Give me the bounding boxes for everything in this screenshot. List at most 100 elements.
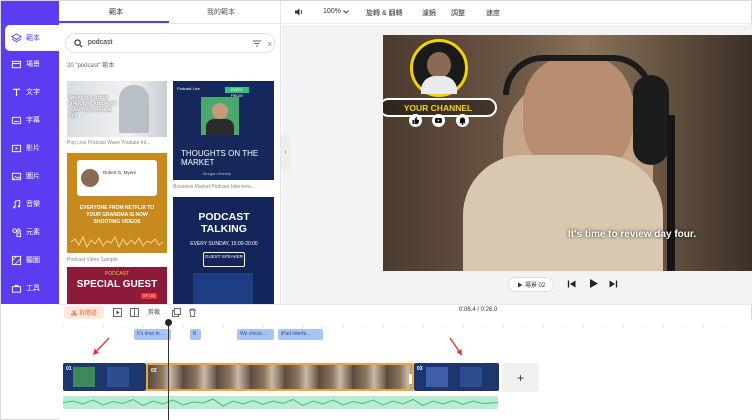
sidebar-item-label: 字幕 xyxy=(26,117,40,124)
video-preview[interactable]: YOUR CHANNEL It's time to review day fou… xyxy=(383,35,752,271)
template-headline: THOUGHTS ON THE MARKET xyxy=(181,149,259,167)
template-thumbnail[interactable]: Podcast Live EVERY FRIDAY THOUGHTS ON TH… xyxy=(173,81,274,180)
sidebar-item-label: 音樂 xyxy=(26,201,40,208)
microphone xyxy=(633,75,669,165)
previous-icon[interactable] xyxy=(567,279,577,289)
template-headline: PODCAST TALKING xyxy=(198,211,250,235)
bg-icon xyxy=(11,255,22,265)
template-text: Podcast Live xyxy=(177,86,200,91)
sidebar-item-music[interactable]: 音樂 xyxy=(5,191,55,217)
duplicate-icon[interactable] xyxy=(172,308,181,317)
sidebar-item-label: 場景 xyxy=(26,61,40,68)
scene-selector[interactable]: 場景 02 xyxy=(508,277,554,292)
sidebar: 範本 場景 文字 字幕 影片 圖片 音樂 元素 聽圖 工具 xyxy=(1,1,59,304)
templates-panel: 範本 我的範本 podcast × 20 "podcast" 範本 WHAT I… xyxy=(59,1,281,304)
clip-number: 02 xyxy=(151,368,157,374)
audio-wave-icon xyxy=(71,235,163,249)
playhead-handle[interactable] xyxy=(165,319,172,326)
audio-track[interactable] xyxy=(63,396,498,409)
sidebar-item-images[interactable]: 圖片 xyxy=(5,163,55,189)
bell-icon[interactable] xyxy=(456,114,469,127)
sidebar-item-label: 影片 xyxy=(26,145,40,152)
chevron-down-icon[interactable] xyxy=(343,10,349,14)
template-caption: Business Market Podcast Interview... xyxy=(173,184,255,190)
sidebar-item-elements[interactable]: 元素 xyxy=(5,219,55,245)
collapse-panel-button[interactable]: ‹ xyxy=(281,135,290,171)
adjust-button[interactable]: 調整 xyxy=(451,8,465,18)
youtube-icon[interactable] xyxy=(432,114,445,127)
template-thumbnail[interactable]: WHAT IS A GOOD THOUGHT AND HOW CAN YOU C… xyxy=(67,81,167,137)
sidebar-item-video[interactable]: 影片 xyxy=(5,135,55,161)
profile-card: Robert G. Myers xyxy=(77,160,157,196)
next-icon[interactable] xyxy=(608,279,618,289)
zoom-dropdown[interactable]: 100% xyxy=(323,8,341,15)
split-button[interactable]: 拆開道 xyxy=(64,306,104,319)
filter-icon[interactable] xyxy=(253,40,261,47)
search-input[interactable]: podcast xyxy=(88,39,113,46)
sidebar-item-text[interactable]: 文字 xyxy=(5,79,55,105)
scene-clip[interactable]: 01 xyxy=(63,363,146,391)
speed-button[interactable]: 速度 xyxy=(486,8,500,18)
caption-clip[interactable]: It's time to ... xyxy=(134,329,171,340)
sidebar-item-label: 工具 xyxy=(26,285,40,292)
mic-arm xyxy=(667,115,675,271)
clear-search-icon[interactable]: × xyxy=(267,39,272,49)
caption-clip[interactable]: We check... xyxy=(237,329,274,340)
panel-tabs: 範本 我的範本 xyxy=(59,1,281,24)
crop-button[interactable]: 剪裁 xyxy=(148,307,160,316)
sidebar-item-background[interactable]: 聽圖 xyxy=(5,247,55,273)
template-thumbnail[interactable]: PODCAST TALKING EVERY SUNDAY, 15:00-20:0… xyxy=(173,197,274,304)
filter-button[interactable]: 濾鏡 xyxy=(422,8,436,18)
template-text: Robert G. Myers xyxy=(103,170,137,175)
scene-clip-selected[interactable]: 02 xyxy=(146,363,414,391)
template-thumbnail[interactable]: PODCAST SPECIAL GUEST EP 183 xyxy=(67,267,167,304)
image-placeholder xyxy=(193,273,253,304)
trash-icon[interactable] xyxy=(188,308,197,317)
rotate-crop-button[interactable]: 旋轉 & 翻轉 xyxy=(366,8,403,18)
toolbar: 100% 旋轉 & 翻轉 濾鏡 調整 速度 xyxy=(281,1,752,24)
template-caption: Pop Live Podcast Wave Youtube Int... xyxy=(67,140,151,146)
split-label: 拆開道 xyxy=(78,311,97,317)
annotation-arrow-icon xyxy=(449,337,462,356)
caption-clip[interactable]: B xyxy=(190,329,201,340)
template-text: WHAT IS A GOOD THOUGHT AND HOW CAN YOU C… xyxy=(70,95,116,118)
sidebar-item-label: 聽圖 xyxy=(26,257,40,264)
like-icon[interactable] xyxy=(409,114,422,127)
audio-waveform xyxy=(63,398,498,407)
channel-avatar[interactable] xyxy=(410,39,468,97)
search-box[interactable]: podcast × xyxy=(65,33,275,53)
sidebar-item-label: 範本 xyxy=(26,35,40,42)
annotation-arrow-icon xyxy=(93,337,110,355)
headphones xyxy=(503,55,653,95)
sidebar-item-label: 文字 xyxy=(26,89,40,96)
template-thumbnail[interactable]: Robert G. Myers EVERYONE FROM NETFLIX TO… xyxy=(67,153,167,253)
volume-icon[interactable] xyxy=(294,7,304,17)
image-icon xyxy=(11,172,22,180)
playhead[interactable] xyxy=(168,321,169,420)
play-icon xyxy=(517,282,523,287)
tab-my-templates[interactable]: 我的範本 xyxy=(207,7,235,17)
split-clip-icon[interactable] xyxy=(130,308,139,317)
template-badge: EP 183 xyxy=(141,293,157,299)
template-text: Morgan Stanley xyxy=(203,171,232,176)
timeline-controls xyxy=(59,304,752,320)
caption-clip[interactable]: iPad interfa... xyxy=(278,329,323,340)
scene-clip[interactable]: 03 xyxy=(414,363,499,391)
add-clip-icon[interactable] xyxy=(113,308,122,317)
play-button[interactable] xyxy=(588,278,599,289)
sweater xyxy=(463,155,663,271)
sidebar-item-subtitles[interactable]: 字幕 xyxy=(5,107,55,133)
scene-label: 場景 02 xyxy=(524,283,546,289)
text-icon xyxy=(12,88,21,96)
sidebar-item-templates[interactable]: 範本 xyxy=(5,25,59,51)
sidebar-item-tools[interactable]: 工具 xyxy=(5,275,55,301)
sidebar-item-scenes[interactable]: 場景 xyxy=(5,51,55,77)
add-scene-button[interactable]: + xyxy=(502,363,539,392)
music-icon xyxy=(13,199,21,208)
template-badge: EVERY FRIDAY xyxy=(225,87,249,98)
tab-templates[interactable]: 範本 xyxy=(109,7,123,17)
channel-label: YOUR CHANNEL xyxy=(403,103,473,113)
sidebar-item-label: 圖片 xyxy=(26,173,40,180)
clip-number: 03 xyxy=(417,366,423,372)
subtitle-text[interactable]: It's time to review day four. xyxy=(517,229,747,240)
